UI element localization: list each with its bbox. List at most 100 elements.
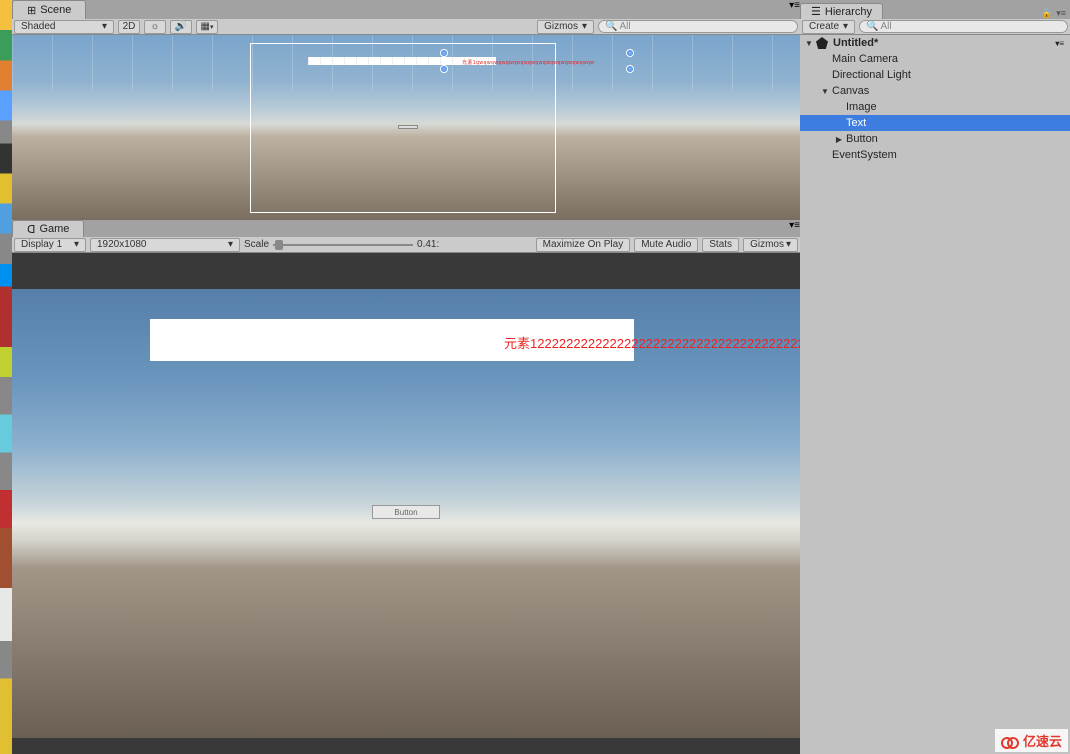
game-panel-menu-icon[interactable]: ▾≡ [789,220,800,237]
display-label: Display 1 [21,239,62,250]
watermark-text: 亿速云 [1023,731,1062,750]
hierarchy-tree[interactable]: ▼ Untitled* ▾≡ Main Camera Directional Li… [800,35,1070,754]
chevron-down-icon: ▾ [843,21,848,32]
watermark: 亿速云 [995,729,1068,752]
hierarchy-item-label: Directional Light [832,69,911,81]
game-button-label: Button [394,508,417,517]
hierarchy-item[interactable]: ▶Button [800,131,1070,147]
hierarchy-item[interactable]: Main Camera [800,51,1070,67]
game-gizmos-dropdown[interactable]: Gizmos ▾ [743,238,798,252]
hierarchy-toolbar: Create ▾ 🔍 All [800,19,1070,35]
hierarchy-icon: ☰ [811,5,821,18]
scene-tab-label: Scene [40,4,71,16]
rect-handle-top-right[interactable] [626,49,634,57]
hierarchy-tab-row: ☰ Hierarchy 🔒 ▾≡ [800,0,1070,19]
hierarchy-item-label: Image [846,101,877,113]
game-button-element: Button [372,505,440,519]
scene-search[interactable]: 🔍 All [598,20,798,33]
maximize-label: Maximize On Play [543,239,624,250]
rect-handle-bottom[interactable] [440,65,448,73]
chevron-down-icon: ▾ [582,21,587,32]
scene-name: Untitled* [833,37,878,49]
hierarchy-item-label: Text [846,117,866,129]
hierarchy-item-label: Canvas [832,85,869,97]
shading-dropdown[interactable]: Shaded ▾ [14,20,114,34]
speaker-icon: 🔊 [175,21,187,32]
scene-tab[interactable]: ⊞ Scene [12,0,86,19]
maximize-toggle[interactable]: Maximize On Play [536,238,631,252]
hierarchy-panel: ☰ Hierarchy 🔒 ▾≡ Create ▾ 🔍 All ▼ Untitl… [800,0,1070,754]
game-tab[interactable]: ᗡ Game [12,220,84,237]
resolution-dropdown[interactable]: 1920x1080 ▾ [90,238,240,252]
hierarchy-item[interactable]: Image [800,99,1070,115]
image-icon: ▦ [201,21,210,32]
hierarchy-item-label: Main Camera [832,53,898,65]
sun-icon: ☼ [150,21,159,32]
mute-label: Mute Audio [641,239,691,250]
mode-2d-button[interactable]: 2D [118,20,140,34]
stats-toggle[interactable]: Stats [702,238,739,252]
scene-view[interactable]: 元素1qwqwqwqwqwqwqwqwqwqwqwqwqwqwqwqw [12,35,800,220]
watermark-icon [1001,734,1019,748]
rect-handle-bottom-right[interactable] [626,65,634,73]
editor-main-area: ⊞ Scene ▾≡ Shaded ▾ 2D ☼ 🔊 ▦ ▾ Gizmos ▾ [12,0,800,754]
chevron-down-icon[interactable]: ▾≡ [1055,39,1064,48]
unity-scene-icon [816,37,828,49]
game-tab-label: Game [39,223,69,235]
os-taskbar-strip [0,0,12,754]
display-dropdown[interactable]: Display 1 ▾ [14,238,86,252]
hierarchy-item[interactable]: Directional Light [800,67,1070,83]
mode-2d-label: 2D [123,21,136,32]
button-element-scene[interactable] [398,125,418,129]
mute-toggle[interactable]: Mute Audio [634,238,698,252]
create-label: Create [809,21,839,32]
scale-slider[interactable] [273,244,413,246]
scene-toolbar: Shaded ▾ 2D ☼ 🔊 ▦ ▾ Gizmos ▾ 🔍 All [12,19,800,35]
scene-tab-icon: ⊞ [27,4,36,17]
hierarchy-item[interactable]: Text [800,115,1070,131]
chevron-down-icon: ▾ [102,21,107,32]
panel-menu-icon[interactable]: ▾≡ [1056,8,1066,19]
scene-header-row[interactable]: ▼ Untitled* ▾≡ [800,35,1070,51]
rect-handle-top[interactable] [440,49,448,57]
chevron-down-icon: ▾ [74,239,79,250]
resolution-label: 1920x1080 [97,239,147,250]
game-gizmos-label: Gizmos [750,239,784,250]
hierarchy-search[interactable]: 🔍 All [859,20,1068,33]
search-icon: 🔍 [866,21,878,32]
chevron-down-icon: ▾ [228,239,233,250]
game-top-letterbox [12,253,800,289]
scale-slider-thumb[interactable] [275,240,283,250]
create-dropdown[interactable]: Create ▾ [802,20,855,34]
expand-arrow-icon[interactable]: ▼ [820,87,830,96]
search-icon: 🔍 [605,21,617,32]
chevron-down-icon: ▾ [210,23,214,31]
hierarchy-item[interactable]: ▼Canvas [800,83,1070,99]
lock-icon[interactable]: 🔒 [1041,8,1052,19]
scene-tab-row: ⊞ Scene ▾≡ [12,0,800,19]
hierarchy-tab[interactable]: ☰ Hierarchy [800,3,883,19]
hierarchy-label: Hierarchy [825,6,872,18]
audio-toggle[interactable]: 🔊 [170,20,192,34]
fx-dropdown[interactable]: ▦ ▾ [196,20,218,34]
lighting-toggle[interactable]: ☼ [144,20,166,34]
hierarchy-search-placeholder: All [881,21,892,32]
shading-label: Shaded [21,21,55,32]
game-tab-row: ᗡ Game ▾≡ [12,220,800,237]
chevron-down-icon: ▾ [786,239,791,250]
expand-arrow-icon[interactable]: ▶ [834,135,844,144]
gizmos-label: Gizmos [544,21,578,32]
hierarchy-item[interactable]: EventSystem [800,147,1070,163]
game-toolbar: Display 1 ▾ 1920x1080 ▾ Scale 0.41: Maxi… [12,237,800,253]
expand-arrow-icon[interactable]: ▼ [804,39,814,48]
text-element-scene[interactable]: 元素1qwqwqwqwqwqwqwqwqwqwqwqwqwqwqwqw [462,59,595,66]
game-view[interactable]: 元素12222222222222222222222222222222222222… [12,253,800,754]
game-bottom-letterbox [12,738,800,754]
search-placeholder: All [619,21,630,32]
scale-label: Scale [244,239,269,250]
game-text-element: 元素12222222222222222222222222222222222222… [504,333,800,352]
hierarchy-item-label: Button [846,133,878,145]
scene-panel-menu-icon[interactable]: ▾≡ [789,0,800,19]
gizmos-dropdown[interactable]: Gizmos ▾ [537,20,594,34]
stats-label: Stats [709,239,732,250]
